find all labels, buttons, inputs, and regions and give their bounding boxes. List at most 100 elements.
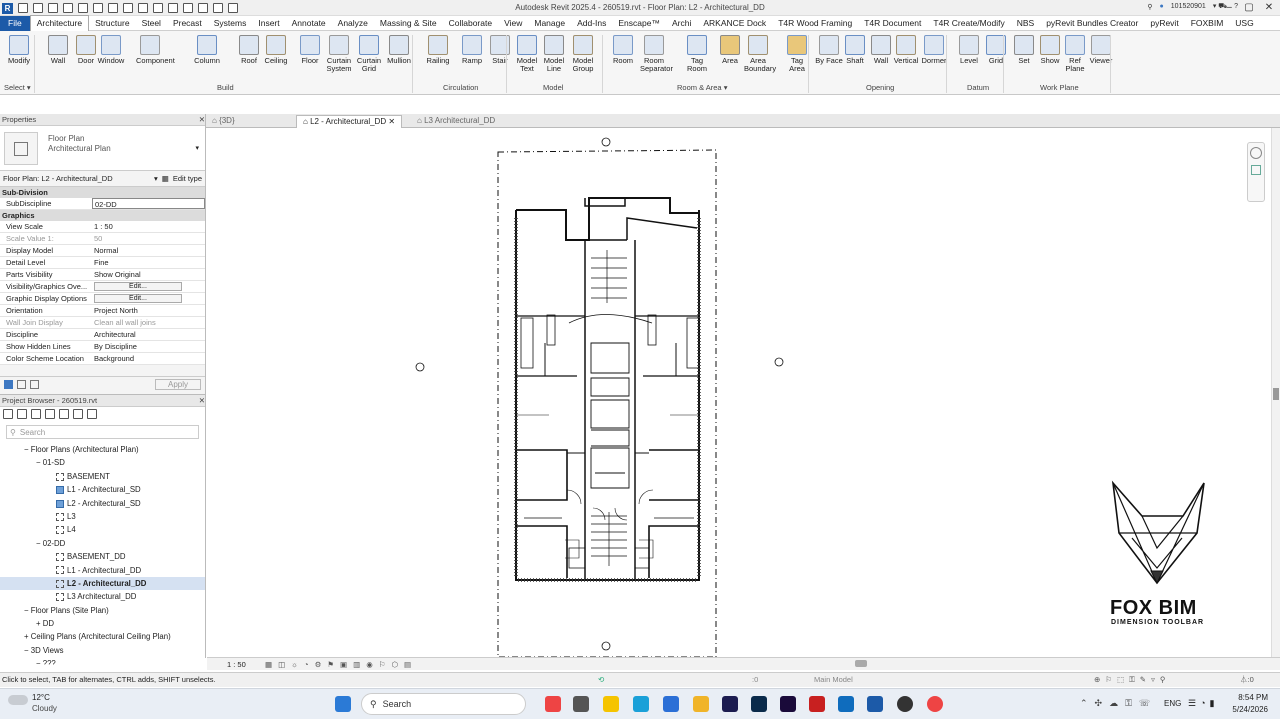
grid-button[interactable]: Grid [982, 35, 1010, 65]
instance-selector[interactable]: Floor Plan: L2 - Architectural_DD [3, 174, 113, 183]
language-indicator[interactable]: ENG [1164, 699, 1181, 708]
browser-item-[interactable]: − ??? [0, 657, 205, 665]
view-tab-l2-architectural-dd[interactable]: ⌂ L2 - Architectural_DD ✕ [296, 115, 403, 128]
group-graphics[interactable]: Graphics [0, 210, 205, 221]
browser-item-01-sd[interactable]: − 01-SD [0, 456, 205, 469]
tab-precast[interactable]: Precast [167, 16, 208, 31]
edge-icon[interactable] [633, 696, 649, 712]
dormer-button[interactable]: Dormer [920, 35, 948, 65]
prop-visibility-graphics-ove[interactable]: Visibility/Graphics Ove... Edit... [0, 281, 205, 293]
browser-item-l1-architectural-sd[interactable]: L1 - Architectural_SD [0, 483, 205, 496]
panel-room-area[interactable]: Room & Area ▾ [677, 83, 727, 92]
prop-value[interactable]: 50 [92, 233, 205, 244]
browser-item-l4[interactable]: L4 [0, 523, 205, 536]
weather-icon[interactable] [8, 695, 28, 705]
column-button[interactable]: Column [193, 35, 221, 65]
browser-item-dd[interactable]: + DD [0, 617, 205, 630]
tab-view[interactable]: View [498, 16, 528, 31]
room-button[interactable]: Room [609, 35, 637, 65]
railing-button[interactable]: Railing [424, 35, 452, 65]
browser-item-l3[interactable]: L3 [0, 510, 205, 523]
prop-value[interactable]: Edit... [92, 293, 205, 304]
family-icon[interactable] [73, 409, 83, 419]
prop-show-hidden-lines[interactable]: Show Hidden Lines By Discipline [0, 341, 205, 353]
collapse-icon[interactable]: − [36, 539, 43, 548]
panel-select[interactable]: Select ▾ [4, 83, 31, 92]
prop-detail-level[interactable]: Detail Level Fine [0, 257, 205, 269]
view-tab-l3-architectural-dd[interactable]: ⌂ L3 Architectural_DD [411, 115, 501, 128]
file-explorer-icon[interactable] [693, 696, 709, 712]
tab-archi[interactable]: Archi [666, 16, 697, 31]
home-icon[interactable] [3, 409, 13, 419]
tab-insert[interactable]: Insert [252, 16, 285, 31]
edit-button[interactable]: Edit... [94, 294, 182, 303]
tab-nbs[interactable]: NBS [1011, 16, 1040, 31]
vertical-scrollbar[interactable] [1271, 128, 1280, 657]
curtain-grid-button[interactable]: Curtain Grid [355, 35, 383, 73]
collapse-icon[interactable]: − [36, 659, 43, 665]
steering-wheel-icon[interactable] [1250, 147, 1262, 159]
browser-item-basement[interactable]: BASEMENT [0, 470, 205, 483]
ref-plane-button[interactable]: Ref Plane [1061, 35, 1089, 73]
prop-graphic-display-options[interactable]: Graphic Display Options Edit... [0, 293, 205, 305]
close-icon[interactable]: ✕ [199, 395, 205, 406]
ramp-button[interactable]: Ramp [458, 35, 486, 65]
area-boundary-button[interactable]: Area Boundary [744, 35, 776, 73]
system-tray-icons[interactable]: ⌃✣☁⚿☏ [1080, 698, 1157, 709]
ceiling-button[interactable]: Ceiling [262, 35, 290, 65]
set-button[interactable]: Set [1010, 35, 1038, 65]
tab-add-ins[interactable]: Add-Ins [571, 16, 612, 31]
mail-icon[interactable] [663, 696, 679, 712]
tab-systems[interactable]: Systems [208, 16, 253, 31]
stair-button[interactable]: Stair [486, 35, 514, 65]
taskbar-search[interactable]: ⚲ Search [361, 693, 526, 715]
browser-item-l2-architectural-dd[interactable]: L2 - Architectural_DD [0, 576, 205, 591]
component-button[interactable]: Component [136, 35, 175, 65]
collapse-icon[interactable]: − [24, 445, 31, 454]
view-tab-3d[interactable]: ⌂ {3D} [206, 115, 241, 128]
selection-filter-icons[interactable]: ⊕⚐⬚⚿✎▿⚲ [1094, 673, 1170, 687]
prop-value[interactable]: Edit... [92, 281, 205, 292]
prop-wall-join-display[interactable]: Wall Join Display Clean all wall joins [0, 317, 205, 329]
tab-foxbim[interactable]: FOXBIM [1185, 16, 1230, 31]
tab-t4r-document[interactable]: T4R Document [858, 16, 927, 31]
active-model[interactable]: Main Model [814, 673, 853, 687]
user-icon[interactable]: ● [1160, 3, 1164, 10]
navigation-bar[interactable] [1247, 142, 1265, 202]
view-control-icons[interactable]: ▦◫☼◔⚙⚑▣▥◉⚐⬡▤ [265, 660, 417, 669]
close-tab-icon[interactable]: ✕ [386, 117, 395, 126]
worksharing-icon[interactable]: ⟲ [598, 673, 604, 687]
prop-view-scale[interactable]: View Scale 1 : 50 [0, 221, 205, 233]
chrome-icon-2[interactable] [927, 696, 943, 712]
type-selector[interactable]: Floor Plan Architectural Plan ▾ [0, 126, 205, 171]
tag-room-button[interactable]: Tag Room [683, 35, 711, 73]
view-scale[interactable]: 1 : 50 [227, 660, 246, 669]
prop-subdiscipline[interactable]: SubDiscipline 02-DD [0, 198, 205, 210]
close-button[interactable]: ✕ [1262, 0, 1276, 16]
prop-parts-visibility[interactable]: Parts Visibility Show Original [0, 269, 205, 281]
edit-type-icon[interactable]: ▦ [162, 174, 169, 183]
browser-item-floor-plans-site-plan[interactable]: − Floor Plans (Site Plan) [0, 604, 205, 617]
obs-icon[interactable] [897, 696, 913, 712]
tab-analyze[interactable]: Analyze [332, 16, 374, 31]
outlook-icon[interactable] [838, 696, 854, 712]
tab-usg[interactable]: USG [1229, 16, 1259, 31]
by-face-button[interactable]: By Face [815, 35, 843, 65]
prop-orientation[interactable]: Orientation Project North [0, 305, 205, 317]
clock-time[interactable]: 8:54 PM [1228, 693, 1268, 702]
acrobat-icon[interactable] [809, 696, 825, 712]
wall-button[interactable]: Wall [867, 35, 895, 65]
photoshop-icon[interactable] [751, 696, 767, 712]
prop-scale-value-1[interactable]: Scale Value 1: 50 [0, 233, 205, 245]
browser-item-l2-architectural-sd[interactable]: L2 - Architectural_SD [0, 497, 205, 510]
scroll-thumb[interactable] [1273, 388, 1279, 400]
wall-button[interactable]: Wall [44, 35, 72, 65]
floor-button[interactable]: Floor [296, 35, 324, 65]
curtain-system-button[interactable]: Curtain System [325, 35, 353, 73]
edit-button[interactable]: Edit... [94, 282, 182, 291]
tab-pyrevit[interactable]: pyRevit [1144, 16, 1184, 31]
tab-structure[interactable]: Structure [89, 16, 136, 31]
door-button[interactable]: Door [72, 35, 100, 65]
prop-display-model[interactable]: Display Model Normal [0, 245, 205, 257]
tab-annotate[interactable]: Annotate [286, 16, 332, 31]
